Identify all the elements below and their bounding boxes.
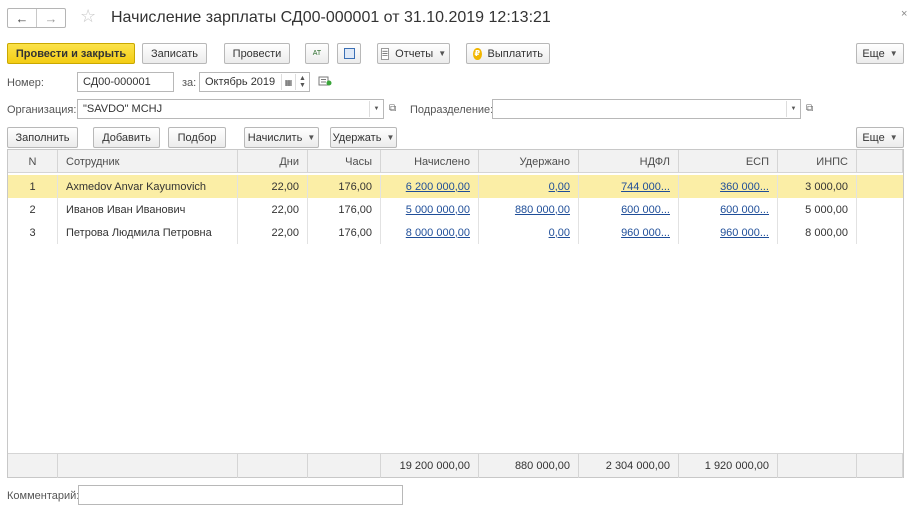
- table-row[interactable]: 3 Петрова Людмила Петровна 22,00 176,00 …: [8, 221, 903, 244]
- column-header[interactable]: Удержано: [479, 150, 579, 173]
- accruals-table: N Сотрудник Дни Часы Начислено Удержано …: [7, 149, 904, 478]
- table-row[interactable]: 2 Иванов Иван Иванович 22,00 176,00 5 00…: [8, 198, 903, 221]
- withheld-link[interactable]: 880 000,00: [515, 204, 570, 216]
- comment-label: Комментарий:: [7, 490, 80, 502]
- column-header[interactable]: НДФЛ: [579, 150, 679, 173]
- withheld-link[interactable]: 0,00: [549, 227, 570, 239]
- organization-label: Организация:: [7, 104, 77, 116]
- pay-button[interactable]: ₽ Выплатить: [466, 43, 550, 64]
- column-header[interactable]: Дни: [238, 150, 308, 173]
- withhold-dropdown-button[interactable]: Удержать ▼: [330, 127, 397, 148]
- total-withheld: 880 000,00: [479, 454, 579, 478]
- ndfl-link[interactable]: 960 000...: [621, 227, 670, 239]
- open-department-icon[interactable]: ⧉: [806, 103, 813, 114]
- structure-icon[interactable]: [337, 43, 361, 64]
- number-label: Номер:: [7, 77, 44, 89]
- page-title: Начисление зарплаты СД00-000001 от 31.10…: [111, 9, 551, 26]
- column-header[interactable]: Часы: [308, 150, 381, 173]
- table-row[interactable]: 1 Axmedov Anvar Kayumovich 22,00 176,00 …: [8, 175, 903, 198]
- coin-icon: ₽: [473, 47, 482, 60]
- open-organization-icon[interactable]: ⧉: [389, 103, 396, 114]
- total-accrued: 19 200 000,00: [381, 454, 479, 478]
- column-header[interactable]: ЕСП: [679, 150, 778, 173]
- column-header[interactable]: N: [8, 150, 58, 173]
- column-header[interactable]: Сотрудник: [58, 150, 238, 173]
- period-field[interactable]: Октябрь 2019 ▦ ▲ ▼: [199, 72, 310, 92]
- esp-link[interactable]: 600 000...: [720, 204, 769, 216]
- fill-button[interactable]: Заполнить: [7, 127, 78, 148]
- chevron-down-icon: ▼: [889, 49, 898, 58]
- comment-field[interactable]: [78, 485, 403, 505]
- forward-arrow-icon[interactable]: →: [36, 9, 65, 27]
- accrue-dropdown-button[interactable]: Начислить ▼: [244, 127, 319, 148]
- calendar-icon[interactable]: ▦: [281, 74, 295, 90]
- ndfl-link[interactable]: 600 000...: [621, 204, 670, 216]
- chevron-down-icon: ▼: [386, 133, 395, 142]
- refresh-list-icon[interactable]: [318, 75, 332, 87]
- reports-dropdown-button[interactable]: ☰ Отчеты ▼: [377, 43, 450, 64]
- total-ndfl: 2 304 000,00: [579, 454, 679, 478]
- chevron-down-icon[interactable]: ▼: [369, 101, 383, 117]
- number-field[interactable]: СД00-000001: [77, 72, 174, 92]
- chevron-down-icon: ▼: [889, 133, 898, 142]
- chevron-down-icon: ▼: [438, 49, 447, 58]
- navigation-buttons: ← →: [7, 8, 66, 28]
- total-esp: 1 920 000,00: [679, 454, 778, 478]
- esp-link[interactable]: 360 000...: [720, 181, 769, 193]
- department-label: Подразделение:: [410, 104, 494, 116]
- organization-field[interactable]: "SAVDO" MCHJ ▼: [77, 99, 384, 119]
- more-button[interactable]: Еще ▼: [856, 43, 904, 64]
- report-icon: ☰: [380, 47, 390, 60]
- column-header[interactable]: ИНПС: [778, 150, 857, 173]
- table-totals-row: 19 200 000,00 880 000,00 2 304 000,00 1 …: [8, 453, 903, 478]
- table-header: N Сотрудник Дни Часы Начислено Удержано …: [8, 150, 903, 173]
- esp-link[interactable]: 960 000...: [720, 227, 769, 239]
- accrued-link[interactable]: 5 000 000,00: [406, 204, 470, 216]
- chevron-down-icon: ▼: [307, 133, 316, 142]
- select-button[interactable]: Подбор: [168, 127, 226, 148]
- back-arrow-icon[interactable]: ←: [8, 9, 36, 27]
- accrued-link[interactable]: 6 200 000,00: [406, 181, 470, 193]
- period-label: за:: [182, 77, 197, 89]
- post-and-close-button[interactable]: Провести и закрыть: [7, 43, 135, 64]
- column-header[interactable]: Начислено: [381, 150, 479, 173]
- chevron-down-icon[interactable]: ▼: [786, 101, 800, 117]
- close-icon[interactable]: ×: [901, 8, 907, 20]
- accrued-link[interactable]: 8 000 000,00: [406, 227, 470, 239]
- save-button[interactable]: Записать: [142, 43, 207, 64]
- post-button[interactable]: Провести: [224, 43, 290, 64]
- withheld-link[interactable]: 0,00: [549, 181, 570, 193]
- ndfl-link[interactable]: 744 000...: [621, 181, 670, 193]
- favorite-star-icon[interactable]: ☆: [80, 6, 96, 27]
- table-more-button[interactable]: Еще ▼: [856, 127, 904, 148]
- spinner-icon[interactable]: ▲ ▼: [295, 74, 309, 90]
- add-row-button[interactable]: Добавить: [93, 127, 160, 148]
- department-field[interactable]: ▼: [492, 99, 801, 119]
- dt-kt-icon[interactable]: АТ: [305, 43, 329, 64]
